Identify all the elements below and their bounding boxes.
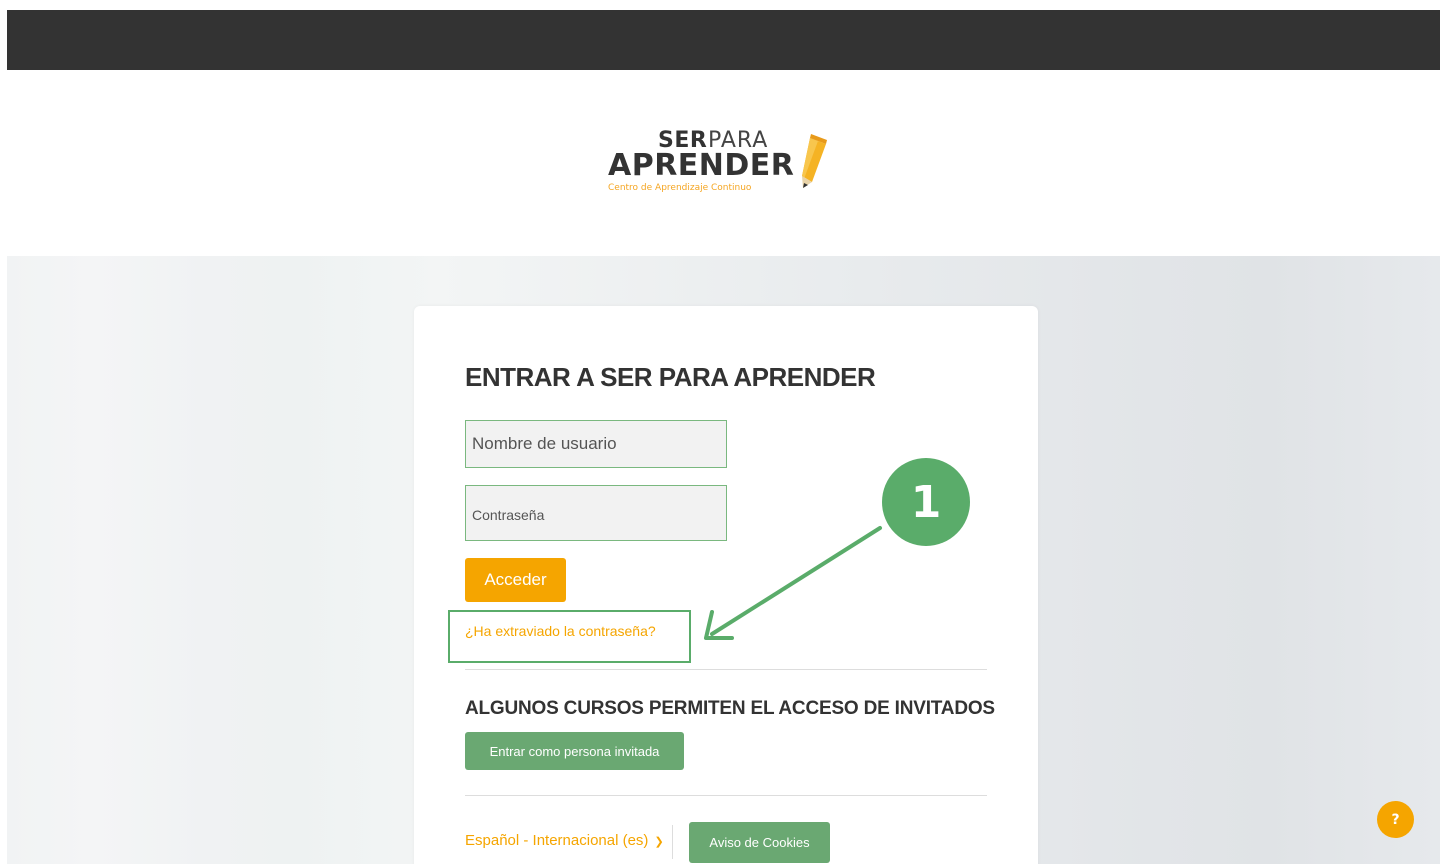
language-label: Español - Internacional (es) [465,832,649,849]
login-button[interactable]: Acceder [465,558,566,602]
divider [465,669,987,670]
footer-separator [672,825,673,859]
annotation-step-badge: 1 [882,458,970,546]
login-title: ENTRAR A SER PARA APRENDER [465,362,876,392]
username-input[interactable] [465,420,727,468]
chevron-down-icon: ❯ [654,835,664,848]
site-logo[interactable]: SER PARA APRENDER Centro de Aprendizaje … [606,126,836,200]
forgot-password-link[interactable]: ¿Ha extraviado la contraseña? [465,623,656,639]
language-selector[interactable]: Español - Internacional (es) ❯ [465,832,664,849]
help-button[interactable]: ? [1377,801,1414,838]
divider [465,795,987,796]
password-input[interactable] [465,485,727,541]
top-navbar [7,10,1440,70]
question-icon: ? [1391,811,1400,828]
guest-access-title: ALGUNOS CURSOS PERMITEN EL ACCESO DE INV… [465,698,995,719]
annotation-arrow-icon [704,526,882,640]
guest-login-button[interactable]: Entrar como persona invitada [465,732,684,770]
logo-tagline: Centro de Aprendizaje Continuo [608,183,752,193]
login-page: SER PARA APRENDER Centro de Aprendizaje … [0,0,1440,864]
logo-word-aprender: APRENDER [608,148,795,183]
cookies-notice-button[interactable]: Aviso de Cookies [689,822,830,863]
pencil-icon [802,134,827,188]
